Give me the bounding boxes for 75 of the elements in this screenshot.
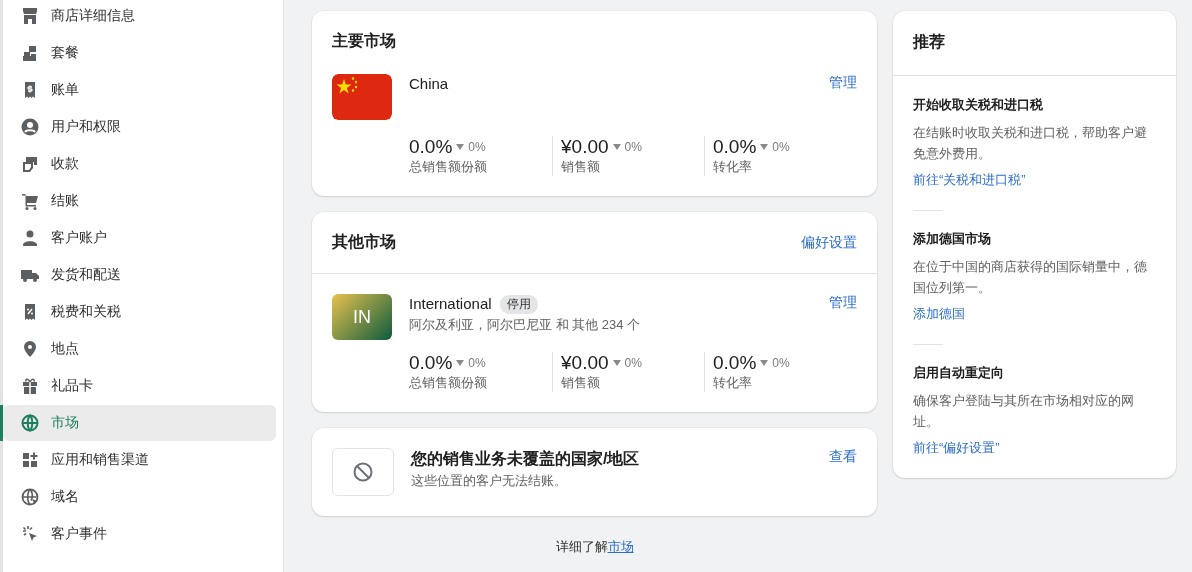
- sidebar-item[interactable]: 应用和销售渠道: [3, 442, 276, 478]
- manage-link[interactable]: 管理: [829, 294, 857, 312]
- apps-icon: [20, 450, 40, 470]
- metric-change: 0%: [468, 356, 486, 370]
- view-link[interactable]: 查看: [829, 448, 857, 466]
- recommendation-title: 添加德国市场: [913, 230, 992, 248]
- recommendation-link[interactable]: 添加德国: [913, 304, 1156, 324]
- sidebar-item[interactable]: 发货和配送: [3, 257, 276, 293]
- metric-change: 0%: [468, 140, 486, 154]
- down-triangle-icon: [760, 144, 769, 150]
- sidebar-item[interactable]: 账单: [3, 72, 276, 108]
- market-name: International: [409, 294, 492, 314]
- metric-change: 0%: [772, 140, 790, 154]
- flag-icon: [332, 74, 392, 120]
- globe-cursor-icon: [20, 487, 40, 507]
- sidebar-item[interactable]: 税费和关税: [3, 294, 276, 330]
- metric-label: 总销售额份额: [409, 158, 488, 176]
- sidebar-item[interactable]: 商店详细信息: [3, 0, 276, 34]
- metric-value: 0.0%: [713, 352, 757, 374]
- recommendation-description: 在结账时收取关税和进口税，帮助客户避免意外费用。: [913, 124, 1148, 163]
- card-description: 这些位置的客户无法结账。: [411, 472, 568, 490]
- metric-label: 转化率: [713, 158, 753, 176]
- card-title: 推荐: [913, 32, 945, 52]
- metric-change: 0%: [772, 356, 790, 370]
- status-badge: 停用: [499, 294, 538, 314]
- metric-value: 0.0%: [713, 136, 757, 158]
- market-avatar: IN: [332, 294, 392, 340]
- recommendation-description: 确保客户登陆与其所在市场相对应的网址。: [913, 392, 1135, 431]
- metric-change: 0%: [624, 140, 642, 154]
- sidebar-item[interactable]: 客户账户: [3, 220, 276, 256]
- preferences-link[interactable]: 偏好设置: [801, 233, 857, 252]
- footer-text: 详细了解市场: [554, 538, 635, 556]
- recommendation-link[interactable]: 前往“偏好设置”: [913, 438, 1156, 458]
- card-icon: [20, 154, 40, 174]
- sidebar-item[interactable]: 礼品卡: [3, 368, 276, 404]
- person-circle-icon: [20, 117, 40, 137]
- blocked-icon: [352, 461, 374, 483]
- store-icon: [20, 6, 40, 26]
- sidebar-item[interactable]: 结账: [3, 183, 276, 219]
- sidebar-item[interactable]: 收款: [3, 146, 276, 182]
- card-title: 主要市场: [332, 31, 396, 51]
- sidebar-item[interactable]: 域名: [3, 479, 276, 515]
- recommendation-link[interactable]: 前往“关税和进口税”: [913, 170, 1156, 190]
- down-triangle-icon: [760, 360, 769, 366]
- metric-value: ¥0.00: [561, 352, 609, 374]
- metric-label: 销售额: [561, 158, 601, 176]
- down-triangle-icon: [612, 360, 621, 366]
- card-title: 其他市场: [332, 232, 396, 252]
- metric-label: 总销售额份额: [409, 374, 488, 392]
- sidebar-item[interactable]: 客户事件: [3, 516, 276, 552]
- metric-value: 0.0%: [409, 352, 453, 374]
- sidebar-item[interactable]: 套餐: [3, 35, 276, 71]
- gift-icon: [20, 376, 40, 396]
- card-title: 您的销售业务未覆盖的国家/地区: [411, 449, 640, 469]
- learn-more-link[interactable]: 市场: [607, 539, 634, 554]
- globe-icon: [20, 413, 40, 433]
- cart-icon: [20, 191, 40, 211]
- metric-change: 0%: [624, 356, 642, 370]
- market-regions: 阿尔及利亚，阿尔巴尼亚 和 其他 234 个: [409, 316, 641, 334]
- recommendation-title: 开始收取关税和进口税: [913, 96, 1044, 114]
- market-name: China: [409, 74, 449, 94]
- down-triangle-icon: [456, 360, 465, 366]
- sidebar-item[interactable]: 用户和权限: [3, 109, 276, 145]
- metric-value: ¥0.00: [561, 136, 609, 158]
- down-triangle-icon: [456, 144, 465, 150]
- manage-link[interactable]: 管理: [829, 74, 857, 92]
- person-icon: [20, 228, 40, 248]
- recommendation-description: 在位于中国的商店获得的国际销量中，德国位列第一。: [913, 258, 1148, 297]
- metric-label: 转化率: [713, 374, 753, 392]
- metric-value: 0.0%: [409, 136, 453, 158]
- sidebar-item[interactable]: 地点: [3, 331, 276, 367]
- down-triangle-icon: [612, 144, 621, 150]
- recommendation-title: 启用自动重定向: [913, 364, 1005, 382]
- metric-label: 销售额: [561, 374, 601, 392]
- sidebar-item[interactable]: 市场: [3, 405, 276, 441]
